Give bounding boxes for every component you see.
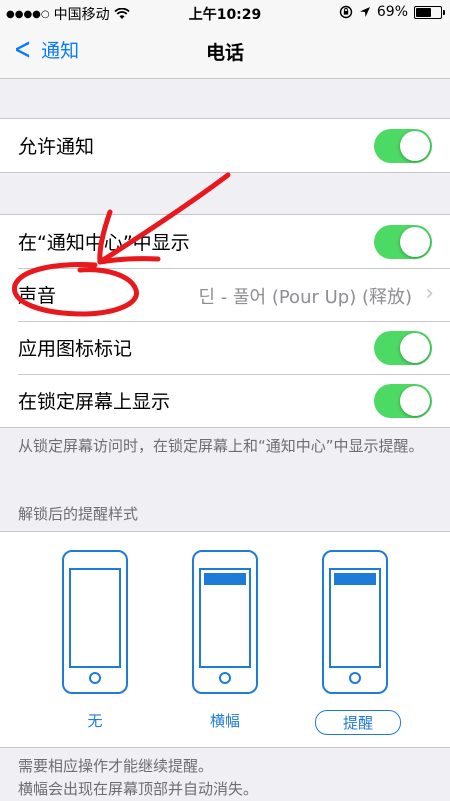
battery-fill (416, 7, 431, 17)
alert-style-banner-option[interactable] (192, 550, 258, 694)
home-button-icon (349, 672, 361, 684)
page-title: 电话 (205, 42, 244, 64)
lock-screen-switch[interactable] (374, 384, 432, 418)
alert-style-none-label[interactable]: 无 (62, 710, 128, 731)
switch-knob (400, 227, 430, 257)
alert-style-alert-label[interactable]: 提醒 (315, 710, 401, 735)
battery-icon (414, 5, 445, 19)
home-button-icon (219, 672, 231, 684)
navigation-bar: < 通知 电话 (0, 24, 450, 79)
notification-settings-group: 在“通知中心”中显示 声音 딘 - 풀어 (Pour Up) (释放) › 应用… (0, 214, 450, 428)
alert-style-header: 解锁后的提醒样式 (18, 505, 139, 523)
status-bar: ●●●●○ 中国移动 上午10:29 69% (0, 0, 450, 24)
lock-screen-label: 在锁定屏幕上显示 (18, 391, 171, 413)
location-icon (359, 7, 370, 17)
phone-screen (69, 568, 121, 668)
allow-notifications-label: 允许通知 (18, 136, 95, 158)
alert-styles-panel: 无 横幅 提醒 (0, 531, 450, 748)
footer-note-line-1: 需要相应操作才能继续提醒。 (18, 757, 214, 775)
switch-knob (400, 333, 430, 363)
lock-screen-row: 在锁定屏幕上显示 (0, 374, 450, 427)
notification-center-label: 在“通知中心”中显示 (18, 232, 190, 254)
rotation-lock-icon (339, 5, 353, 19)
sound-row[interactable]: 声音 딘 - 풀어 (Pour Up) (释放) › (0, 268, 450, 321)
notification-center-row: 在“通知中心”中显示 (0, 215, 450, 268)
badge-app-icon-label: 应用图标标记 (18, 338, 133, 360)
footer-note-line-2: 横幅会出现在屏幕顶部并自动消失。 (18, 780, 259, 798)
footer-note: 需要相应操作才能继续提醒。 横幅会出现在屏幕顶部并自动消失。 (18, 755, 433, 801)
badge-app-icon-switch[interactable] (374, 331, 432, 365)
allow-notifications-group: 允许通知 (0, 118, 450, 173)
phone-screen (329, 568, 381, 668)
lock-screen-note: 从锁定屏幕访问时，在锁定屏幕上和“通知中心”中显示提醒。 (18, 437, 424, 455)
sound-value: 딘 - 풀어 (Pour Up) (释放) (198, 287, 412, 308)
switch-knob (400, 131, 430, 161)
badge-app-icon-row: 应用图标标记 (0, 321, 450, 374)
switch-knob (400, 386, 430, 416)
allow-notifications-switch[interactable] (374, 129, 432, 163)
phone-screen (199, 568, 251, 668)
status-right: 69% (339, 4, 445, 20)
allow-notifications-row: 允许通知 (0, 119, 450, 172)
alert-style-none-option[interactable] (62, 550, 128, 694)
sound-label: 声音 (18, 285, 57, 307)
battery-percent: 69% (376, 4, 408, 20)
alert-preview (334, 573, 376, 585)
banner-preview (204, 573, 246, 585)
home-button-icon (89, 672, 101, 684)
alert-style-alert-option[interactable] (322, 550, 388, 694)
alert-style-banner-label[interactable]: 横幅 (192, 710, 258, 731)
chevron-right-icon: › (425, 281, 434, 306)
notification-center-switch[interactable] (374, 225, 432, 259)
